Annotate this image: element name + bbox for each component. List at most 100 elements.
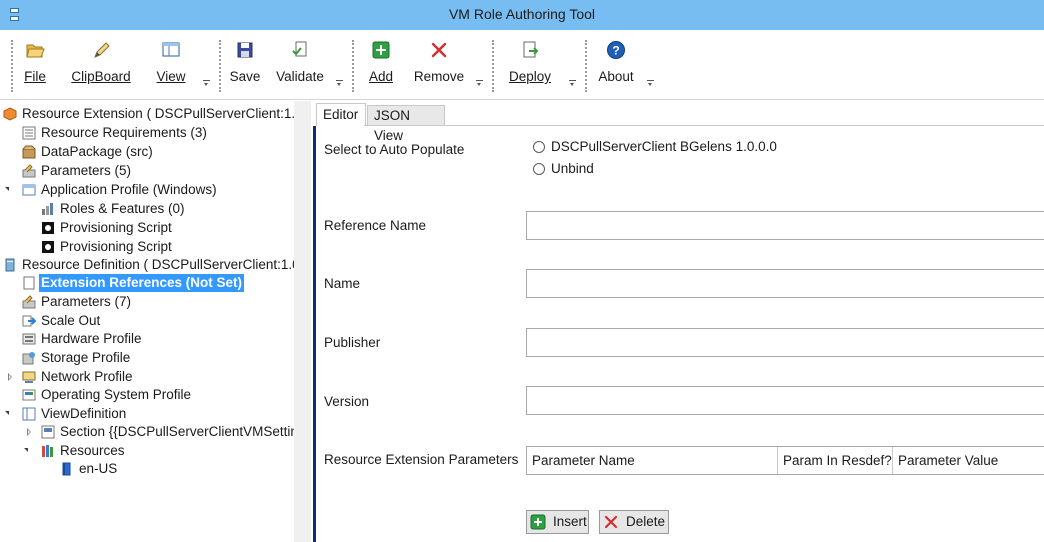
parameters-grid[interactable]: Parameter Name Param In Resdef? Paramete… bbox=[526, 446, 1044, 475]
pencil-icon bbox=[94, 42, 110, 58]
clipboard-button[interactable]: ClipBoard bbox=[68, 36, 134, 94]
collapse-arrow-icon[interactable] bbox=[5, 410, 12, 418]
tree-node-label: Provisioning Script bbox=[60, 239, 172, 254]
file-label: File bbox=[24, 69, 46, 84]
view-dropdown-arrow[interactable] bbox=[203, 80, 210, 86]
operating-system-icon bbox=[22, 389, 36, 401]
tree-node-label: en-US bbox=[79, 461, 118, 476]
add-plus-icon bbox=[372, 41, 390, 59]
list-icon bbox=[22, 126, 36, 140]
tree-node-label: Parameters (5) bbox=[41, 163, 132, 178]
remove-button[interactable]: Remove bbox=[412, 36, 466, 94]
deploy-label: Deploy bbox=[508, 69, 552, 84]
remove-x-icon bbox=[431, 42, 447, 58]
tree-node-label: Provisioning Script bbox=[60, 220, 172, 235]
script-icon bbox=[42, 222, 54, 234]
version-label: Version bbox=[324, 394, 370, 409]
tree-node-label: ViewDefinition bbox=[41, 406, 127, 421]
editor-panel bbox=[311, 101, 1044, 542]
roles-features-icon bbox=[42, 203, 53, 215]
publisher-label: Publisher bbox=[324, 335, 381, 350]
deploy-dropdown-arrow[interactable] bbox=[569, 80, 576, 86]
application-icon bbox=[22, 184, 36, 196]
tab-editor[interactable]: Editor bbox=[316, 103, 366, 126]
svg-text:?: ? bbox=[612, 44, 619, 58]
collapse-arrow-icon[interactable] bbox=[5, 186, 12, 194]
tree-node-label: Resources bbox=[60, 443, 125, 458]
title-bar: VM Role Authoring Tool bbox=[0, 0, 1044, 30]
about-label: About bbox=[598, 69, 634, 84]
deploy-button[interactable]: Deploy bbox=[505, 36, 555, 94]
view-button[interactable]: View bbox=[152, 36, 190, 94]
book-icon bbox=[62, 462, 71, 476]
resource-extension-icon bbox=[3, 107, 17, 121]
hardware-icon bbox=[22, 333, 36, 345]
add-label: Add bbox=[368, 69, 394, 84]
tree-node-label: Application Profile (Windows) bbox=[41, 182, 217, 197]
insert-label: Insert bbox=[553, 514, 587, 529]
project-tree: Resource Extension ( DSCPullServerClient… bbox=[0, 101, 294, 542]
tree-node-label: Roles & Features (0) bbox=[60, 201, 185, 216]
add-plus-icon bbox=[530, 514, 546, 530]
validate-dropdown-arrow[interactable] bbox=[336, 80, 343, 86]
document-icon bbox=[23, 276, 35, 290]
remove-x-icon bbox=[604, 515, 618, 529]
validate-button[interactable]: Validate bbox=[272, 36, 328, 94]
insert-button[interactable]: Insert bbox=[526, 510, 589, 534]
window-title: VM Role Authoring Tool bbox=[448, 6, 596, 22]
version-input[interactable] bbox=[526, 386, 1044, 415]
tree-node-label: Extension References (Not Set) bbox=[39, 274, 245, 292]
resource-definition-icon bbox=[5, 258, 15, 272]
delete-label: Delete bbox=[626, 514, 666, 529]
network-icon bbox=[22, 371, 36, 383]
tree-node-label: Resource Requirements (3) bbox=[41, 125, 207, 140]
reference-name-label: Reference Name bbox=[324, 218, 427, 233]
name-label: Name bbox=[324, 276, 361, 291]
grid-header-param-in-resdef[interactable]: Param In Resdef? bbox=[778, 447, 893, 474]
auto-populate-label: Select to Auto Populate bbox=[324, 142, 465, 157]
parameters-icon bbox=[22, 295, 36, 309]
tab-json-view[interactable]: JSON View bbox=[367, 105, 445, 143]
tree-node-label: Section {{DSCPullServerClientVMSettin bbox=[60, 424, 294, 439]
tree-node-label: Parameters (7) bbox=[41, 294, 132, 309]
radio-circle[interactable] bbox=[533, 141, 545, 153]
save-label: Save bbox=[229, 69, 261, 84]
tree-node-label: Operating System Profile bbox=[41, 387, 192, 402]
expand-arrow-icon[interactable] bbox=[26, 428, 33, 436]
floppy-disk-icon bbox=[237, 42, 253, 58]
delete-button[interactable]: Delete bbox=[599, 510, 669, 534]
add-button[interactable]: Add bbox=[364, 36, 398, 94]
remove-label: Remove bbox=[413, 69, 465, 84]
save-button[interactable]: Save bbox=[228, 36, 262, 94]
tree-node-label: Resource Extension ( DSCPullServerClient… bbox=[22, 106, 294, 121]
grid-header-parameter-name[interactable]: Parameter Name bbox=[527, 447, 778, 474]
radio-option-label: Unbind bbox=[551, 161, 594, 176]
view-definition-icon bbox=[22, 407, 36, 421]
publisher-input[interactable] bbox=[526, 328, 1044, 357]
remove-dropdown-arrow[interactable] bbox=[476, 80, 483, 86]
view-label: View bbox=[156, 69, 186, 84]
reference-name-input[interactable] bbox=[526, 211, 1044, 240]
tree-node-label: Resource Definition ( DSCPullServerClien… bbox=[22, 257, 294, 272]
radio-circle[interactable] bbox=[533, 163, 545, 175]
expand-arrow-icon[interactable] bbox=[7, 373, 14, 381]
editor-left-border bbox=[313, 126, 316, 542]
tree-node-label: DataPackage (src) bbox=[41, 144, 153, 159]
name-input[interactable] bbox=[526, 269, 1044, 298]
section-icon bbox=[41, 425, 55, 439]
books-icon bbox=[42, 445, 53, 457]
tree-node-label: Scale Out bbox=[41, 313, 101, 328]
parameters-icon bbox=[22, 164, 36, 178]
folder-open-icon bbox=[26, 44, 45, 58]
about-button[interactable]: ? About bbox=[594, 36, 638, 94]
collapse-arrow-icon[interactable] bbox=[24, 447, 31, 455]
scale-out-icon bbox=[22, 315, 36, 327]
tree-node-label: Hardware Profile bbox=[41, 331, 142, 346]
about-dropdown-arrow[interactable] bbox=[647, 80, 654, 86]
package-icon bbox=[22, 145, 36, 159]
grid-header-parameter-value[interactable]: Parameter Value bbox=[893, 447, 1044, 474]
file-button[interactable]: File bbox=[18, 36, 52, 94]
tree-scrollbar[interactable] bbox=[294, 101, 311, 542]
ribbon-toolbar: File ClipBoard View Save Validate Add Re… bbox=[0, 30, 1044, 100]
clipboard-label: ClipBoard bbox=[71, 69, 131, 84]
